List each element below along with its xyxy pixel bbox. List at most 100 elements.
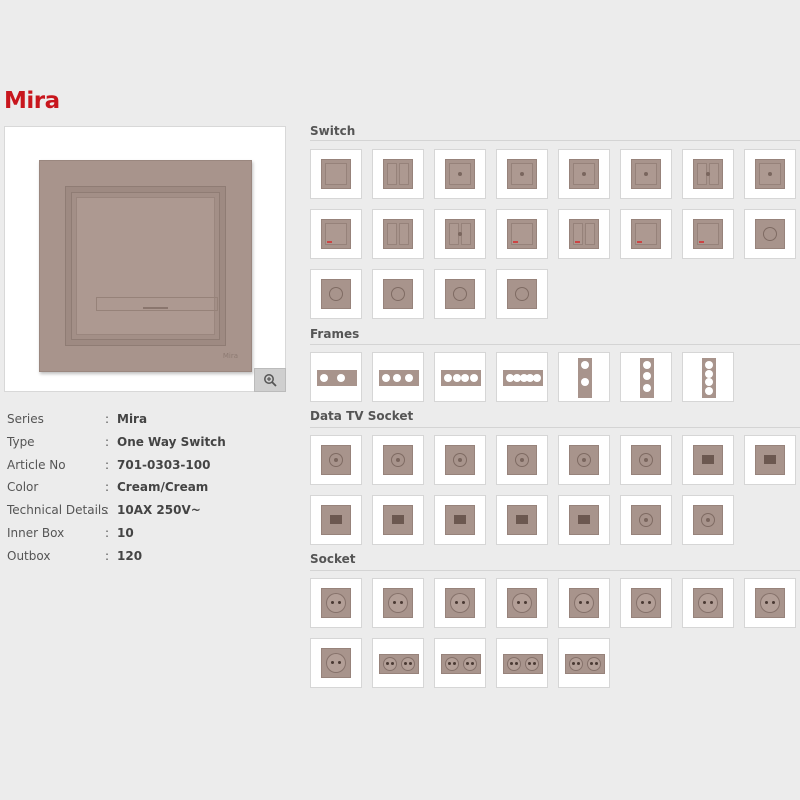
product-thumbnail[interactable] bbox=[744, 578, 796, 628]
product-thumbnail[interactable] bbox=[434, 435, 486, 485]
connector-pin bbox=[706, 518, 710, 522]
spec-value: 10AX 250V~ bbox=[117, 503, 201, 518]
product-thumbnail[interactable] bbox=[496, 638, 548, 688]
indicator-light bbox=[513, 241, 518, 243]
product-thumbnail[interactable] bbox=[682, 495, 734, 545]
indicator-dot bbox=[644, 172, 648, 176]
product-thumbnail[interactable] bbox=[558, 435, 610, 485]
frame-opening bbox=[452, 374, 461, 382]
socket-outlet bbox=[445, 657, 459, 671]
product-thumbnail[interactable] bbox=[310, 352, 362, 402]
product-thumbnail[interactable] bbox=[496, 269, 548, 319]
section-title-data-tv-socket: Data TV Socket bbox=[310, 409, 414, 423]
product-thumbnail[interactable] bbox=[372, 578, 424, 628]
spec-label: Inner Box bbox=[7, 525, 65, 540]
indicator-dot bbox=[768, 172, 772, 176]
product-thumbnail[interactable] bbox=[372, 638, 424, 688]
rocker-left bbox=[387, 163, 397, 185]
section-divider bbox=[310, 427, 800, 428]
product-thumbnail[interactable] bbox=[310, 435, 362, 485]
product-thumbnail[interactable] bbox=[496, 352, 548, 402]
product-thumbnail[interactable] bbox=[434, 638, 486, 688]
product-thumbnail[interactable] bbox=[620, 149, 672, 199]
product-thumbnail[interactable] bbox=[496, 495, 548, 545]
page-title: Mira bbox=[4, 88, 60, 114]
zoom-in-icon[interactable] bbox=[254, 368, 286, 392]
frame-opening bbox=[337, 374, 345, 382]
thumbnail-plate bbox=[503, 654, 543, 674]
product-thumbnail[interactable] bbox=[372, 269, 424, 319]
product-thumbnail[interactable] bbox=[682, 352, 734, 402]
frame-horizontal bbox=[317, 370, 357, 386]
spec-colon: : bbox=[105, 525, 110, 540]
product-thumbnail[interactable] bbox=[620, 209, 672, 259]
thumbnail-plate bbox=[321, 505, 351, 535]
product-thumbnail[interactable] bbox=[682, 578, 734, 628]
product-thumbnail[interactable] bbox=[434, 269, 486, 319]
dimmer-knob bbox=[515, 287, 529, 301]
product-thumbnail[interactable] bbox=[558, 149, 610, 199]
product-thumbnail[interactable] bbox=[558, 578, 610, 628]
product-thumbnail[interactable] bbox=[744, 435, 796, 485]
product-thumbnail[interactable] bbox=[744, 209, 796, 259]
product-thumbnail[interactable] bbox=[496, 578, 548, 628]
product-thumbnail[interactable] bbox=[744, 149, 796, 199]
product-thumbnail[interactable] bbox=[372, 149, 424, 199]
thumbnail-plate bbox=[383, 505, 413, 535]
socket-outlet bbox=[569, 657, 583, 671]
product-thumbnail[interactable] bbox=[620, 352, 672, 402]
product-thumbnail[interactable] bbox=[496, 435, 548, 485]
product-image[interactable]: Mira bbox=[4, 126, 286, 392]
product-thumbnail[interactable] bbox=[682, 435, 734, 485]
product-thumbnail[interactable] bbox=[682, 149, 734, 199]
product-thumbnail[interactable] bbox=[620, 495, 672, 545]
product-thumbnail[interactable] bbox=[310, 149, 362, 199]
section-divider bbox=[310, 140, 800, 141]
socket-outlet bbox=[463, 657, 477, 671]
thumbnail-plate bbox=[507, 588, 537, 618]
product-thumbnail[interactable] bbox=[434, 578, 486, 628]
product-thumbnail[interactable] bbox=[434, 209, 486, 259]
product-thumbnail[interactable] bbox=[372, 435, 424, 485]
frame-opening bbox=[393, 374, 402, 382]
product-thumbnail[interactable] bbox=[372, 352, 424, 402]
data-jack bbox=[392, 515, 404, 524]
product-thumbnail[interactable] bbox=[372, 495, 424, 545]
product-thumbnail[interactable] bbox=[434, 352, 486, 402]
thumbnail-plate bbox=[693, 588, 723, 618]
thumbnail-plate bbox=[321, 219, 351, 249]
product-thumbnail[interactable] bbox=[310, 578, 362, 628]
product-thumbnail[interactable] bbox=[434, 495, 486, 545]
product-thumbnail[interactable] bbox=[496, 149, 548, 199]
socket-outlet bbox=[512, 593, 532, 613]
spec-value: Mira bbox=[117, 412, 148, 426]
frame-opening bbox=[643, 361, 651, 369]
spec-table: Series: Mira Type: One Way Switch Article … bbox=[7, 411, 287, 571]
product-thumbnail[interactable] bbox=[558, 638, 610, 688]
product-thumbnail[interactable] bbox=[620, 578, 672, 628]
thumbnail-plate bbox=[383, 445, 413, 475]
rocker-right bbox=[585, 223, 595, 245]
thumbnail-plate bbox=[569, 159, 599, 189]
product-thumbnail[interactable] bbox=[310, 495, 362, 545]
rocker-left bbox=[387, 223, 397, 245]
product-thumbnail[interactable] bbox=[558, 209, 610, 259]
thumbnail-plate bbox=[569, 505, 599, 535]
spec-row: Article No:701-0303-100 bbox=[7, 457, 287, 480]
product-thumbnail[interactable] bbox=[372, 209, 424, 259]
product-thumbnail[interactable] bbox=[434, 149, 486, 199]
product-thumbnail[interactable] bbox=[620, 435, 672, 485]
thumbnail-plate bbox=[441, 654, 481, 674]
product-thumbnail[interactable] bbox=[558, 495, 610, 545]
thumbnail-plate bbox=[755, 445, 785, 475]
product-thumbnail[interactable] bbox=[496, 209, 548, 259]
product-thumbnail[interactable] bbox=[310, 638, 362, 688]
product-thumbnail[interactable] bbox=[310, 269, 362, 319]
frame-opening bbox=[320, 374, 328, 382]
socket-outlet bbox=[507, 657, 521, 671]
product-thumbnail[interactable] bbox=[310, 209, 362, 259]
product-thumbnail[interactable] bbox=[558, 352, 610, 402]
product-thumbnail[interactable] bbox=[682, 209, 734, 259]
thumbnail-plate bbox=[631, 445, 661, 475]
thumbnail-plate bbox=[755, 219, 785, 249]
